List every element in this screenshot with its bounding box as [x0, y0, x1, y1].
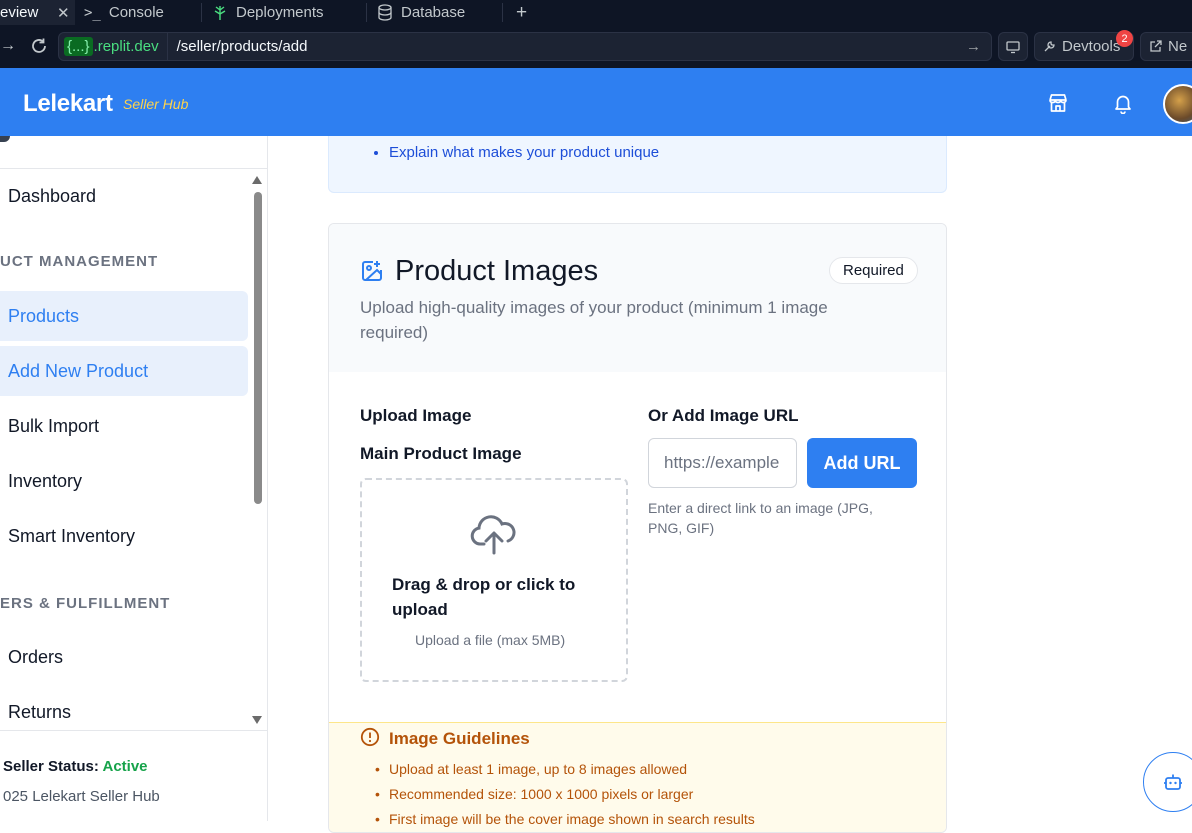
- bell-icon[interactable]: [1112, 92, 1134, 114]
- sidebar-item-orders[interactable]: Orders: [0, 632, 248, 682]
- alert-circle-icon: [360, 727, 380, 747]
- sidebar-item-label: Orders: [8, 646, 64, 667]
- image-url-input[interactable]: [648, 438, 797, 488]
- tab-deployments[interactable]: Deployments: [212, 0, 324, 25]
- url-path[interactable]: /seller/products/add: [168, 38, 308, 55]
- tip-item: Explain what makes your product unique: [389, 144, 659, 161]
- image-plus-icon: [362, 261, 382, 281]
- external-link-icon: [1150, 40, 1162, 52]
- cloud-upload-icon: [470, 515, 516, 555]
- bot-icon: [1164, 774, 1182, 790]
- url-field[interactable]: {...} .replit.dev /seller/products/add →: [58, 32, 992, 61]
- wrench-icon: [1044, 41, 1055, 52]
- ide-tab-bar: eview ✕ >_ Console Deployments Database …: [0, 0, 1192, 25]
- url-host: {...} .replit.dev: [59, 33, 168, 60]
- card-title: Product Images: [395, 255, 599, 287]
- seller-status-value: Active: [102, 758, 148, 775]
- sidebar-item-label: Dashboard: [8, 185, 97, 206]
- product-images-card: Product Images Required Upload high-qual…: [328, 223, 947, 833]
- sidebar-item-add-new-product[interactable]: Add New Product: [0, 346, 248, 396]
- sidebar-item-label: Returns: [8, 701, 72, 722]
- sidebar-scroll-thumb[interactable]: [254, 192, 262, 504]
- url-host-text: .replit.dev: [93, 38, 159, 55]
- ide-url-bar: → {...} .replit.dev /seller/products/add…: [0, 25, 1192, 68]
- sidebar-item-inventory[interactable]: Inventory: [0, 456, 248, 506]
- sidebar-section-product-management: UCT MANAGEMENT: [0, 253, 159, 270]
- tips-card: Explain what makes your product unique: [328, 136, 947, 193]
- tab-label: eview: [0, 4, 39, 21]
- reload-icon[interactable]: [30, 37, 48, 55]
- dropzone-hint: Upload a file (max 5MB): [415, 632, 566, 648]
- new-tab-plus-icon[interactable]: +: [516, 0, 527, 25]
- card-subtitle: Upload high-quality images of your produ…: [360, 298, 828, 342]
- guideline-item: Upload at least 1 image, up to 8 images …: [375, 761, 755, 786]
- guideline-item: First image will be the cover image show…: [375, 811, 755, 832]
- new-tab-label: Ne: [1168, 38, 1188, 55]
- url-help-text: Enter a direct link to an image (JPG, PN…: [648, 500, 873, 536]
- tab-label: Database: [401, 4, 466, 21]
- card-header: Product Images Required Upload high-qual…: [329, 224, 946, 372]
- scroll-up-icon[interactable]: [252, 176, 262, 184]
- sidebar-item-label: Inventory: [8, 470, 83, 491]
- seller-status-label: Seller Status:: [3, 758, 99, 775]
- sidebar-item-label: Smart Inventory: [8, 525, 136, 546]
- sidebar-item-bulk-import[interactable]: Bulk Import: [0, 401, 248, 451]
- url-label: Or Add Image URL: [648, 406, 799, 425]
- sidebar-section-orders-fulfillment: ERS & FULFILLMENT: [0, 595, 171, 612]
- required-badge: Required: [829, 257, 918, 284]
- sidebar-item-smart-inventory[interactable]: Smart Inventory: [0, 511, 248, 561]
- forward-icon[interactable]: →: [0, 37, 16, 55]
- arrow-right-icon[interactable]: →: [966, 38, 981, 55]
- image-dropzone[interactable]: Drag & drop or click to upload Upload a …: [360, 478, 628, 682]
- sidebar-item-label: Add New Product: [8, 360, 149, 381]
- guidelines-list: Upload at least 1 image, up to 8 images …: [375, 761, 755, 832]
- add-url-button[interactable]: Add URL: [807, 438, 917, 488]
- upload-image-label: Upload Image: [360, 406, 472, 425]
- avatar[interactable]: [1163, 84, 1192, 124]
- sidebar-copyright: 025 Lelekart Seller Hub: [3, 788, 160, 805]
- tab-label: Console: [108, 4, 164, 21]
- guidelines-title: Image Guidelines: [389, 729, 530, 748]
- sidebar-item-label: Bulk Import: [8, 415, 100, 436]
- dropzone-text: Drag & drop or click to upload: [392, 575, 576, 619]
- logo[interactable]: Lelekart: [23, 90, 113, 118]
- assistant-button[interactable]: [1143, 752, 1192, 812]
- sidebar-item-label: Products: [8, 305, 80, 326]
- sidebar-item-dashboard[interactable]: Dashboard: [0, 171, 248, 221]
- tab-console[interactable]: >_ Console: [84, 0, 164, 25]
- main-image-label: Main Product Image: [360, 444, 522, 463]
- open-new-tab-button[interactable]: Ne: [1140, 32, 1192, 61]
- close-icon[interactable]: ✕: [57, 4, 70, 22]
- tab-webview[interactable]: eview ✕: [0, 0, 75, 25]
- tab-database[interactable]: Database: [377, 0, 465, 25]
- device-preview-button[interactable]: [998, 32, 1028, 61]
- app-header: Lelekart Seller Hub: [0, 68, 1192, 136]
- scroll-down-icon[interactable]: [252, 716, 262, 724]
- devtools-notification-badge: 2: [1116, 30, 1133, 47]
- monitor-icon: [1006, 40, 1020, 53]
- deploy-icon: [214, 5, 226, 20]
- terminal-icon: >_: [84, 4, 101, 21]
- logo-subtitle: Seller Hub: [123, 96, 189, 112]
- image-guidelines: Image Guidelines Upload at least 1 image…: [329, 722, 946, 832]
- tab-label: Deployments: [236, 4, 324, 21]
- seller-status: Seller Status: Active: [3, 758, 148, 775]
- store-icon[interactable]: [1047, 92, 1069, 114]
- sidebar: Dashboard UCT MANAGEMENT Products Add Ne…: [0, 136, 268, 821]
- devtools-label: Devtools: [1062, 38, 1121, 55]
- guideline-item: Recommended size: 1000 x 1000 pixels or …: [375, 786, 755, 811]
- sidebar-item-products[interactable]: Products: [0, 291, 248, 341]
- sidebar-logo-fragment: [0, 136, 10, 142]
- url-host-chip: {...}: [64, 37, 93, 56]
- database-icon: [378, 4, 392, 21]
